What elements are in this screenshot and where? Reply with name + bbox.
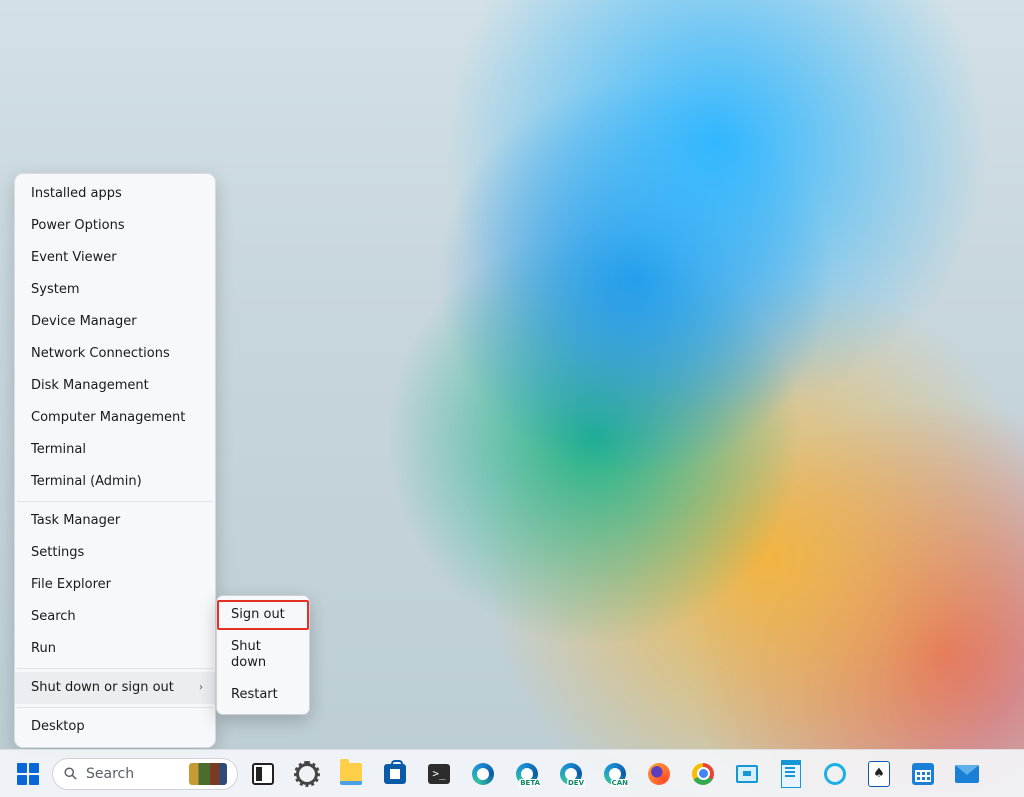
menu-item-run[interactable]: Run <box>15 633 215 665</box>
mail-icon[interactable] <box>948 755 986 793</box>
file-explorer-icon[interactable] <box>332 755 370 793</box>
edge-icon[interactable] <box>464 755 502 793</box>
menu-item-label: Settings <box>31 545 84 560</box>
search-placeholder: Search <box>86 766 134 782</box>
menu-item-label: Shut down <box>231 639 266 670</box>
menu-separator <box>17 501 213 502</box>
microsoft-store-icon[interactable] <box>376 755 414 793</box>
menu-item-label: Task Manager <box>31 513 120 528</box>
menu-item-file-explorer[interactable]: File Explorer <box>15 569 215 601</box>
settings-icon[interactable] <box>288 755 326 793</box>
search-highlight-icon <box>189 763 227 785</box>
taskbar-search[interactable]: Search <box>52 758 238 790</box>
chrome-icon[interactable] <box>684 755 722 793</box>
menu-item-device-manager[interactable]: Device Manager <box>15 306 215 338</box>
menu-item-label: Search <box>31 609 76 624</box>
menu-item-label: Disk Management <box>31 378 149 393</box>
menu-item-settings[interactable]: Settings <box>15 537 215 569</box>
menu-item-label: Restart <box>231 687 278 702</box>
firefox-icon[interactable] <box>640 755 678 793</box>
menu-item-label: Sign out <box>231 607 285 622</box>
menu-item-terminal[interactable]: Terminal <box>15 434 215 466</box>
start-context-menu: Installed apps Power Options Event Viewe… <box>14 173 216 748</box>
menu-item-event-viewer[interactable]: Event Viewer <box>15 242 215 274</box>
menu-separator <box>17 668 213 669</box>
notepad-icon[interactable] <box>772 755 810 793</box>
windows-logo-icon <box>17 763 39 785</box>
menu-item-shutdown-signout[interactable]: Shut down or sign out › <box>15 672 215 704</box>
menu-item-label: Device Manager <box>31 314 137 329</box>
monitor-app-icon[interactable] <box>728 755 766 793</box>
calendar-icon[interactable] <box>904 755 942 793</box>
cortana-icon[interactable] <box>816 755 854 793</box>
menu-item-label: Network Connections <box>31 346 170 361</box>
menu-item-task-manager[interactable]: Task Manager <box>15 505 215 537</box>
badge-label: BETA <box>519 779 541 787</box>
menu-item-label: File Explorer <box>31 577 111 592</box>
edge-canary-icon[interactable]: CAN <box>596 755 634 793</box>
solitaire-icon[interactable]: ♠ <box>860 755 898 793</box>
edge-beta-icon[interactable]: BETA <box>508 755 546 793</box>
menu-item-computer-management[interactable]: Computer Management <box>15 402 215 434</box>
menu-item-label: Terminal (Admin) <box>31 474 142 489</box>
submenu-item-restart[interactable]: Restart <box>217 679 309 711</box>
desktop[interactable]: Installed apps Power Options Event Viewe… <box>0 0 1024 797</box>
menu-item-label: Shut down or sign out <box>31 680 174 695</box>
submenu-item-sign-out[interactable]: Sign out <box>217 600 309 630</box>
menu-item-label: Event Viewer <box>31 250 117 265</box>
menu-item-label: Computer Management <box>31 410 185 425</box>
chevron-right-icon: › <box>199 680 203 696</box>
badge-label: DEV <box>567 779 585 787</box>
menu-separator <box>17 707 213 708</box>
badge-label: CAN <box>611 779 629 787</box>
menu-item-system[interactable]: System <box>15 274 215 306</box>
search-icon <box>63 766 78 781</box>
menu-item-terminal-admin[interactable]: Terminal (Admin) <box>15 466 215 498</box>
submenu-item-shut-down[interactable]: Shut down <box>217 631 309 679</box>
menu-item-installed-apps[interactable]: Installed apps <box>15 178 215 210</box>
menu-item-label: Installed apps <box>31 186 122 201</box>
menu-item-network-connections[interactable]: Network Connections <box>15 338 215 370</box>
menu-item-label: Run <box>31 641 56 656</box>
menu-item-label: Desktop <box>31 719 85 734</box>
edge-dev-icon[interactable]: DEV <box>552 755 590 793</box>
menu-item-label: Terminal <box>31 442 86 457</box>
start-button[interactable] <box>10 756 46 792</box>
terminal-icon[interactable]: >_ <box>420 755 458 793</box>
menu-item-search[interactable]: Search <box>15 601 215 633</box>
shutdown-submenu: Sign out Shut down Restart <box>216 595 310 715</box>
menu-item-disk-management[interactable]: Disk Management <box>15 370 215 402</box>
menu-item-desktop[interactable]: Desktop <box>15 711 215 743</box>
menu-item-power-options[interactable]: Power Options <box>15 210 215 242</box>
task-view-icon[interactable] <box>244 755 282 793</box>
taskbar: Search >_ BETA DEV CAN ♠ <box>0 749 1024 797</box>
menu-item-label: Power Options <box>31 218 125 233</box>
menu-item-label: System <box>31 282 79 297</box>
